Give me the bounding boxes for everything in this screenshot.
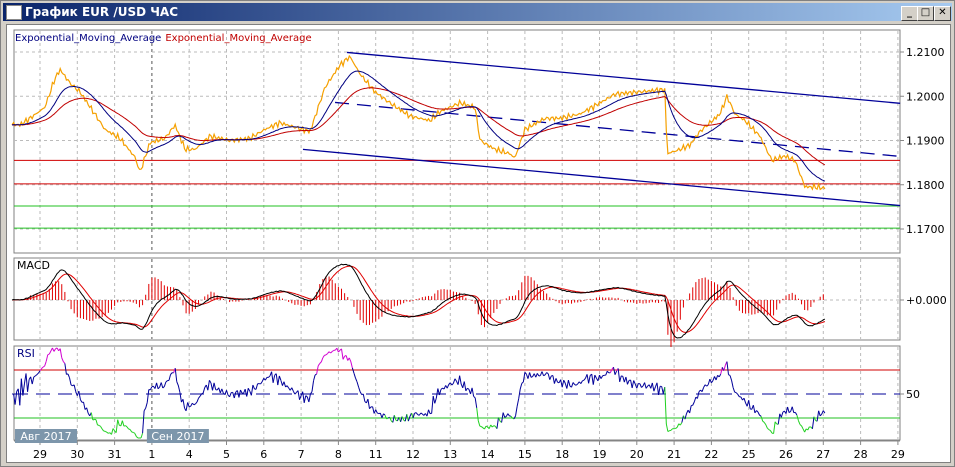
price-axis-label: 1.1700 [906, 223, 945, 236]
x-tick-label: 14 [481, 448, 495, 461]
x-tick-label: 13 [443, 448, 457, 461]
x-tick-label: 31 [108, 448, 122, 461]
x-tick-label: 4 [186, 448, 193, 461]
x-tick-label: 22 [704, 448, 718, 461]
rsi-line-segment [538, 375, 541, 377]
price-axis-label: 1.2000 [906, 90, 945, 103]
month-label: Авг 2017 [20, 430, 71, 443]
x-tick-label: 18 [555, 448, 569, 461]
rsi-line-segment [188, 405, 191, 408]
macd-axis-label: +0.000 [906, 294, 947, 307]
x-tick-label: 21 [667, 448, 681, 461]
x-tick-label: 25 [742, 448, 756, 461]
x-tick-label: 19 [593, 448, 607, 461]
x-tick-label: 29 [33, 448, 47, 461]
x-tick-label: 20 [630, 448, 644, 461]
x-tick-label: 8 [335, 448, 342, 461]
rsi-label: RSI [17, 347, 35, 360]
rsi-panel [13, 345, 901, 441]
rsi-line-segment [621, 375, 623, 377]
x-tick-label: 26 [779, 448, 793, 461]
x-tick-label: 15 [518, 448, 532, 461]
rsi-line-segment [728, 374, 731, 376]
macd-label: MACD [17, 259, 50, 272]
rsi-line-segment [201, 392, 204, 395]
rsi-line-segment [92, 418, 95, 421]
rsi-line-segment [47, 353, 50, 356]
chart-canvas[interactable]: 29 30 31 1 4 5 6 7 8 11 12 13 14 15 18 19 20 21 22 25 26 27 28… [0, 0, 955, 467]
indicator-legend: Exponential_Moving_Average Exponential_Mo… [15, 33, 316, 44]
rsi-line-segment [582, 379, 585, 382]
x-tick-label: 27 [816, 448, 830, 461]
x-tick-label: 7 [298, 448, 305, 461]
x-tick-label: 29 [891, 448, 905, 461]
x-tick-label: 30 [70, 448, 84, 461]
price-axis-label: 1.1900 [906, 135, 945, 148]
rsi-line-segment [377, 412, 380, 415]
legend-ema-fast: Exponential_Moving_Average [15, 33, 162, 44]
price-axis-label: 1.2100 [906, 46, 945, 59]
rsi-line-segment [734, 391, 737, 394]
x-tick-label: 11 [369, 448, 383, 461]
rsi-line-segment [543, 374, 546, 377]
price-axis-label: 1.1800 [906, 179, 945, 192]
x-tick-label: 1 [148, 448, 155, 461]
rsi-axis-label: 50 [906, 388, 920, 401]
rsi-line-segment [493, 425, 496, 427]
x-tick-label: 6 [260, 448, 267, 461]
month-label: Сен 2017 [151, 430, 204, 443]
rsi-line-segment [70, 384, 73, 387]
legend-ema-slow: Exponential_Moving_Average [165, 33, 312, 44]
x-tick-label: 5 [223, 448, 230, 461]
x-tick-label: 28 [854, 448, 868, 461]
x-tick-label: 12 [406, 448, 420, 461]
rsi-line-segment [504, 416, 507, 418]
price-panel [13, 29, 901, 254]
